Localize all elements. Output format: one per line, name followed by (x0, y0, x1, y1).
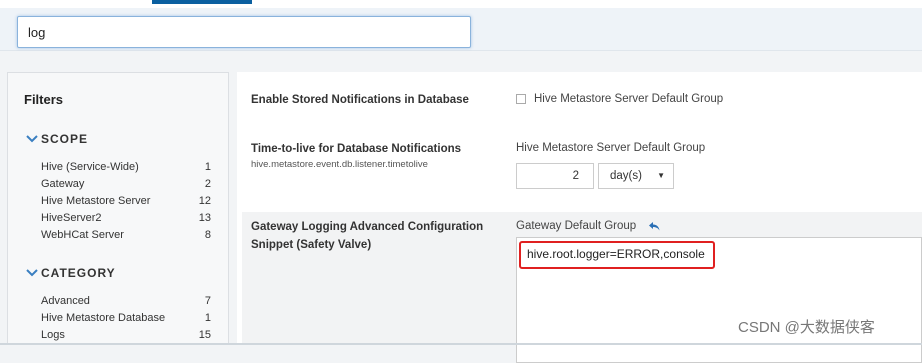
category-title: CATEGORY (41, 266, 116, 280)
setting-label-enable-stored-notifications: Enable Stored Notifications in Database (251, 94, 469, 106)
setting-label-line: Snippet (Safety Valve) (251, 239, 372, 251)
filter-count: 1 (204, 161, 211, 173)
filter-label: Hive (Service-Wide) (41, 161, 139, 173)
filter-item-webhcat-server[interactable]: WebHCat Server 8 (41, 229, 211, 241)
filter-label: HiveServer2 (41, 212, 102, 224)
filter-count: 7 (204, 295, 211, 307)
setting-group-label: Gateway Default Group (516, 220, 637, 232)
filter-label: Logs (41, 329, 65, 341)
search-bar (0, 8, 922, 51)
undo-icon[interactable] (649, 222, 660, 231)
dropdown-arrow-icon: ▼ (657, 171, 665, 180)
setting-group-label: Hive Metastore Server Default Group (534, 93, 724, 105)
setting-group-label: Hive Metastore Server Default Group (516, 142, 706, 154)
filters-title: Filters (24, 92, 64, 107)
search-input[interactable] (17, 16, 471, 48)
filter-item-logs[interactable]: Logs 15 (41, 329, 211, 341)
scope-title: SCOPE (41, 132, 89, 146)
setting-label-time-to-live: Time-to-live for Database Notifications (251, 143, 462, 155)
time-to-live-value-input[interactable]: 2 (516, 163, 594, 189)
active-tab-indicator (152, 0, 252, 4)
top-nav-bar (0, 0, 922, 8)
enable-stored-notifications-checkbox[interactable] (516, 94, 526, 104)
setting-label-gateway-logging: Gateway Logging Advanced Configuration S… (251, 218, 483, 254)
filter-item-hive-metastore-database[interactable]: Hive Metastore Database 1 (41, 312, 211, 324)
category-section-toggle[interactable]: CATEGORY (26, 266, 116, 280)
filter-count: 12 (198, 195, 211, 207)
filter-count: 15 (198, 329, 211, 341)
setting-label-line: Gateway Logging Advanced Configuration (251, 221, 484, 233)
filter-item-advanced[interactable]: Advanced 7 (41, 295, 211, 307)
filters-sidebar: Filters SCOPE Hive (Service-Wide) 1 Gatew… (7, 72, 229, 345)
filter-item-hive-service-wide[interactable]: Hive (Service-Wide) 1 (41, 161, 211, 173)
filter-count: 1 (204, 312, 211, 324)
filter-count: 13 (198, 212, 211, 224)
filter-label: Advanced (41, 295, 90, 307)
scope-section-toggle[interactable]: SCOPE (26, 132, 88, 146)
filter-label: Gateway (41, 178, 85, 190)
unit-select-value: day(s) (610, 170, 642, 182)
time-to-live-unit-select[interactable]: day(s) ▼ (598, 163, 674, 189)
chevron-down-icon (26, 269, 38, 277)
settings-panel: Enable Stored Notifications in Database … (237, 72, 922, 363)
safety-valve-value: hive.root.logger=ERROR,console (527, 247, 705, 261)
filter-label: Hive Metastore Database (41, 312, 166, 324)
filter-label: WebHCat Server (41, 229, 124, 241)
filter-count: 2 (204, 178, 211, 190)
filter-count: 8 (204, 229, 211, 241)
filter-item-gateway[interactable]: Gateway 2 (41, 178, 211, 190)
setting-property-name: hive.metastore.event.db.listener.timetol… (251, 159, 428, 170)
filter-item-hiveserver2[interactable]: HiveServer2 13 (41, 212, 211, 224)
filter-label: Hive Metastore Server (41, 195, 151, 207)
filter-item-hive-metastore-server[interactable]: Hive Metastore Server 12 (41, 195, 211, 207)
watermark: CSDN @大数据侠客 (738, 319, 875, 336)
chevron-down-icon (26, 135, 38, 143)
